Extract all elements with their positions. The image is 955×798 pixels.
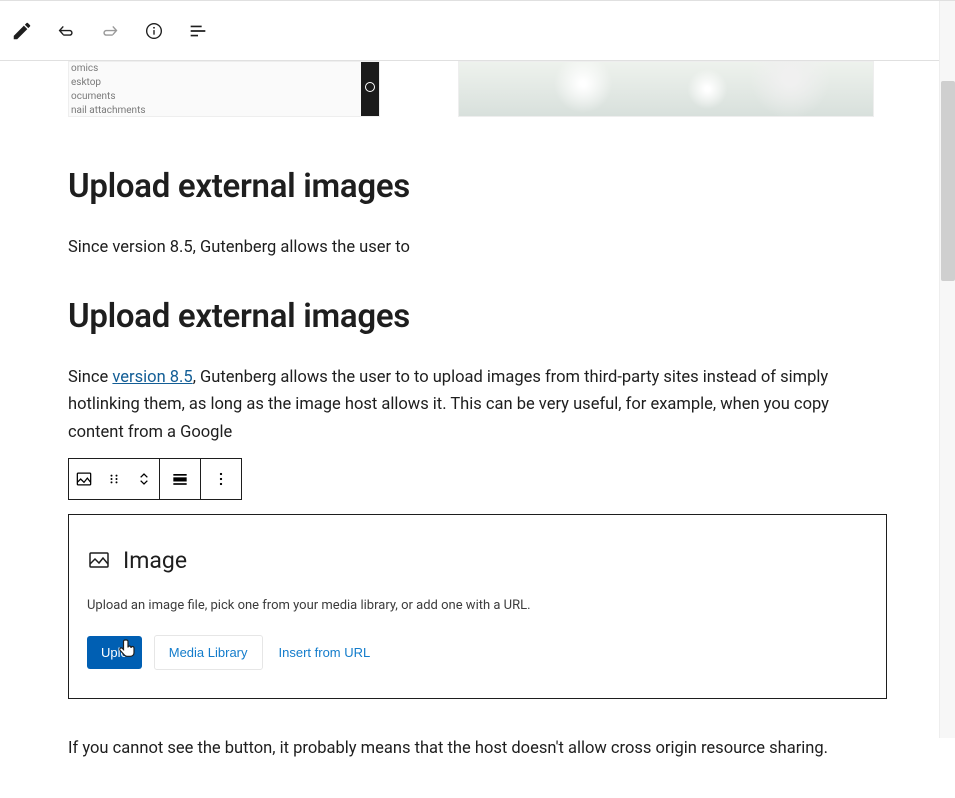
list-item: esktop xyxy=(71,76,146,90)
image-block-placeholder[interactable]: Image Upload an image file, pick one fro… xyxy=(68,514,887,699)
placeholder-actions: Uplo Media Library Insert from URL xyxy=(87,635,868,670)
outline-button[interactable] xyxy=(180,13,216,49)
paragraph-intro-1[interactable]: Since version 8.5, Gutenberg allows the … xyxy=(68,234,887,261)
more-vertical-icon xyxy=(211,469,231,489)
vertical-scrollbar[interactable] xyxy=(939,1,955,738)
chevron-updown-icon xyxy=(134,469,154,489)
info-button[interactable] xyxy=(136,13,172,49)
edit-icon-button[interactable] xyxy=(4,13,40,49)
pencil-icon xyxy=(11,20,33,42)
preview-image-left: omics esktop ocuments nail attachments xyxy=(68,61,380,117)
redo-icon xyxy=(99,20,121,42)
paragraph-intro-2[interactable]: Since version 8.5, Gutenberg allows the … xyxy=(68,364,887,446)
placeholder-header: Image xyxy=(87,547,868,574)
text-fragment: Since xyxy=(68,368,112,387)
more-options-button[interactable] xyxy=(201,459,241,499)
mover-button[interactable] xyxy=(129,459,159,499)
undo-icon xyxy=(55,20,77,42)
toolbar-group-type xyxy=(69,459,160,499)
block-toolbar xyxy=(68,458,242,500)
media-library-button[interactable]: Media Library xyxy=(154,635,263,670)
align-icon xyxy=(170,469,190,489)
preview-left-text: omics esktop ocuments nail attachments xyxy=(71,62,146,117)
drag-icon xyxy=(104,469,124,489)
block-type-button[interactable] xyxy=(69,459,99,499)
image-icon xyxy=(87,548,111,572)
list-item: ocuments xyxy=(71,90,146,104)
paragraph-cors-note[interactable]: If you cannot see the button, it probabl… xyxy=(68,735,887,762)
scrollbar-thumb[interactable] xyxy=(941,81,955,281)
play-circle-icon xyxy=(365,82,375,92)
preview-images-row: omics esktop ocuments nail attachments xyxy=(68,61,887,117)
list-view-icon xyxy=(187,20,209,42)
list-item: omics xyxy=(71,62,146,76)
list-item: nail attachments xyxy=(71,104,146,117)
redo-button[interactable] xyxy=(92,13,128,49)
toolbar-group-align xyxy=(160,459,201,499)
upload-button[interactable]: Uplo xyxy=(87,636,142,669)
info-icon xyxy=(143,20,165,42)
insert-from-url-button[interactable]: Insert from URL xyxy=(275,636,375,669)
editor-content: omics esktop ocuments nail attachments U… xyxy=(0,61,955,762)
align-button[interactable] xyxy=(160,459,200,499)
preview-sidebar-dark xyxy=(361,62,379,116)
image-icon xyxy=(74,469,94,489)
preview-image-right xyxy=(458,61,874,117)
editor-top-toolbar xyxy=(0,0,955,61)
heading-upload-images-1[interactable]: Upload external images xyxy=(68,167,887,206)
toolbar-group-more xyxy=(201,459,241,499)
heading-upload-images-2[interactable]: Upload external images xyxy=(68,297,887,336)
drag-handle-button[interactable] xyxy=(99,459,129,499)
button-label: Uplo xyxy=(101,645,128,660)
version-link[interactable]: version 8.5 xyxy=(112,368,192,387)
undo-button[interactable] xyxy=(48,13,84,49)
placeholder-title: Image xyxy=(123,547,187,574)
placeholder-description: Upload an image file, pick one from your… xyxy=(87,598,868,613)
